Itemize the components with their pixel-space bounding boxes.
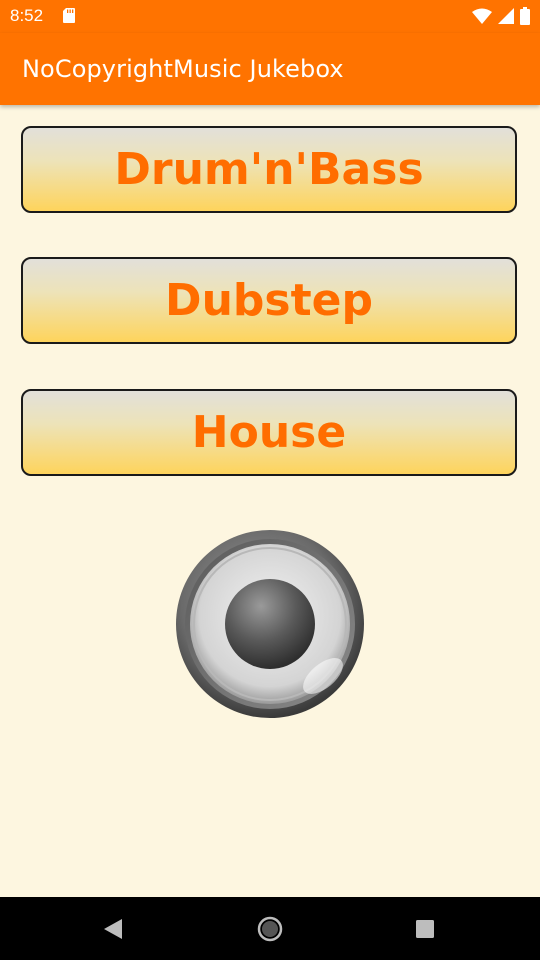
genre-button-label: Dubstep — [165, 275, 373, 326]
status-time: 8:52 — [10, 6, 44, 25]
signal-icon — [498, 8, 514, 24]
genre-button-house[interactable]: House — [21, 389, 517, 476]
genre-button-label: Drum'n'Bass — [114, 144, 424, 195]
recents-icon[interactable] — [411, 915, 439, 943]
wifi-icon — [472, 8, 492, 24]
speaker-icon[interactable] — [175, 529, 365, 719]
genre-button-drum-n-bass[interactable]: Drum'n'Bass — [21, 126, 517, 213]
app-bar: NoCopyrightMusic Jukebox — [0, 33, 540, 105]
status-icons — [472, 7, 530, 25]
home-icon[interactable] — [256, 915, 284, 943]
genre-button-label: House — [191, 407, 347, 458]
navigation-bar — [0, 897, 540, 960]
genre-button-dubstep[interactable]: Dubstep — [21, 257, 517, 344]
main-content: Drum'n'Bass Dubstep House — [0, 105, 540, 897]
jukebox-app: 8:52 NoCopyrightMusic Jukebox Drum'n'Bas… — [0, 0, 540, 960]
back-icon[interactable] — [100, 915, 128, 943]
app-title: NoCopyrightMusic Jukebox — [22, 55, 344, 83]
status-bar: 8:52 — [0, 0, 540, 33]
battery-icon — [520, 7, 530, 25]
sd-card-icon — [63, 8, 75, 23]
